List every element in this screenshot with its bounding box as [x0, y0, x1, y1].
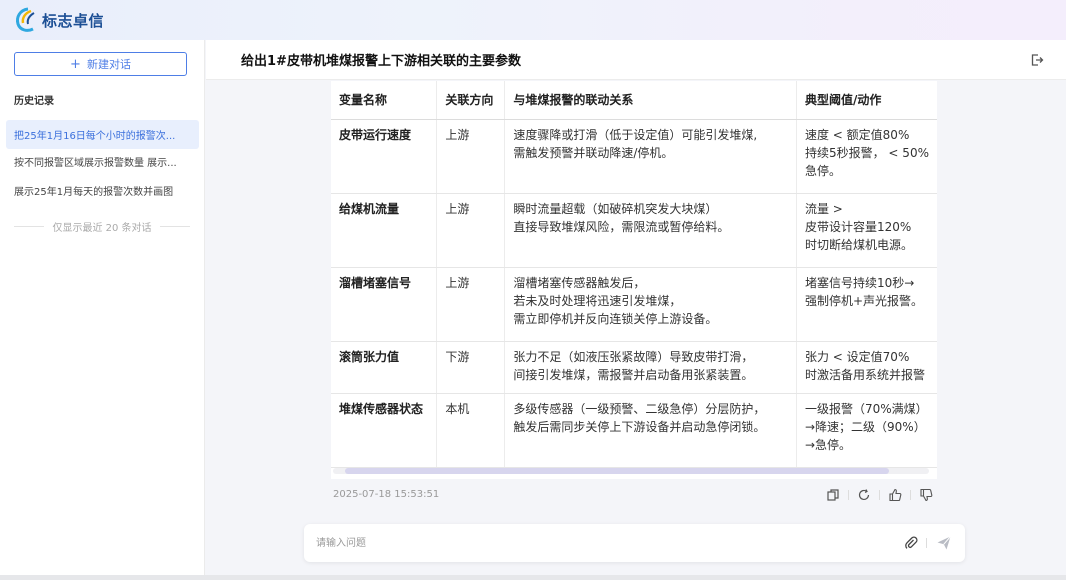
- cell-threshold: 堵塞信号持续10秒→ 强制停机+声光报警。: [795, 267, 937, 342]
- top-bar: 标志卓信: [0, 0, 1066, 40]
- new-chat-label: 新建对话: [86, 58, 131, 71]
- brand-logo: 标志卓信: [14, 7, 104, 33]
- sidebar: + 新建对话 历史记录 把25年1月16日每个小时的报警次... 按不同报警区域…: [0, 40, 205, 575]
- cell-direction: 上游: [436, 193, 505, 268]
- message-actions: [826, 487, 933, 503]
- history-item[interactable]: 按不同报警区域展示报警数量 展示...: [6, 147, 199, 176]
- column-header: 关联方向: [436, 81, 505, 120]
- relation-line: 若未及时处理将迅速引发堆煤，: [513, 293, 682, 308]
- message-timestamp: 2025-07-18 15:53:51: [333, 489, 440, 500]
- divider: [910, 490, 911, 500]
- relation-line: 速度骤降或打滑（低于设定值）可能引发堆煤,: [513, 127, 758, 142]
- parameter-table: 变量名称 关联方向 与堆煤报警的联动关系 典型阈值/动作 皮带运行速度 上游 速…: [331, 81, 937, 468]
- relation-line: 间接引发堆煤，需报警并启动备用张紧装置。: [513, 367, 754, 382]
- plus-icon: +: [70, 56, 81, 72]
- cell-variable: 给煤机流量: [331, 193, 437, 268]
- table-row: 溜槽堵塞信号 上游 溜槽堵塞传感器触发后， 若未及时处理将迅速引发堆煤， 需立即…: [331, 267, 937, 342]
- threshold-line: 速度 < 额定值80%: [804, 127, 910, 142]
- new-chat-button[interactable]: + 新建对话: [14, 52, 187, 76]
- threshold-line: 堵塞信号持续10秒→: [804, 275, 915, 290]
- logo-text: 标志卓信: [42, 11, 105, 30]
- cell-relation: 溜槽堵塞传感器触发后， 若未及时处理将迅速引发堆煤， 需立即停机并反向连锁关停上…: [504, 267, 797, 342]
- table-header-row: 变量名称 关联方向 与堆煤报警的联动关系 典型阈值/动作: [331, 81, 937, 120]
- cell-threshold: 速度 < 额定值80% 持续5秒报警， < 50% 急停。: [795, 119, 937, 194]
- logo-mark-icon: [16, 7, 35, 32]
- threshold-line: 急停。: [804, 163, 841, 178]
- cell-variable: 滚筒张力值: [331, 341, 437, 394]
- cell-threshold: 流量 > 皮带设计容量120% 时切断给煤机电源。: [795, 193, 937, 268]
- cell-relation: 多级传感器（一级预警、二级急停）分层防护， 触发后需同步关停上下游设备并启动急停…: [504, 393, 797, 468]
- window-bottom-edge: [0, 575, 1066, 580]
- relation-line: 需立即停机并反向连锁关停上游设备。: [513, 311, 718, 326]
- threshold-line: 流量 >: [804, 201, 843, 216]
- cell-relation: 张力不足（如液压张紧故障）导致皮带打滑， 间接引发堆煤，需报警并启动备用张紧装置…: [504, 341, 797, 394]
- conversation-header: 给出1#皮带机堆煤报警上下游相关联的主要参数: [206, 40, 1066, 80]
- cell-direction: 上游: [436, 267, 505, 342]
- divider: [926, 538, 927, 548]
- horizontal-scrollbar[interactable]: [333, 468, 929, 474]
- divider: [14, 226, 45, 227]
- cell-direction: 下游: [436, 341, 505, 394]
- relation-line: 触发后需同步关停上下游设备并启动急停闭锁。: [513, 419, 766, 434]
- answer-card: 变量名称 关联方向 与堆煤报警的联动关系 典型阈值/动作 皮带运行速度 上游 速…: [331, 81, 937, 479]
- table-row: 皮带运行速度 上游 速度骤降或打滑（低于设定值）可能引发堆煤, 需触发预警并联动…: [331, 119, 937, 194]
- cell-threshold: 张力 < 设定值70% 时激活备用系统并报警: [795, 341, 937, 394]
- question-composer: [304, 524, 965, 562]
- table-row: 堆煤传感器状态 本机 多级传感器（一级预警、二级急停）分层防护， 触发后需同步关…: [331, 393, 937, 468]
- question-input[interactable]: [316, 533, 876, 553]
- history-item-label: 展示25年1月每天的报警次数并画图: [14, 187, 174, 198]
- history-item[interactable]: 把25年1月16日每个小时的报警次...: [6, 120, 199, 149]
- threshold-line: 时激活备用系统并报警: [804, 367, 925, 382]
- relation-line: 溜槽堵塞传感器触发后，: [513, 275, 646, 290]
- conversation-title: 给出1#皮带机堆煤报警上下游相关联的主要参数: [241, 54, 521, 69]
- relation-line: 瞬时流量超载（如破碎机突发大块煤）: [513, 201, 718, 216]
- history-item-label: 按不同报警区域展示报警数量 展示...: [14, 158, 177, 169]
- logout-icon[interactable]: [1030, 53, 1044, 67]
- cell-variable: 堆煤传感器状态: [331, 393, 437, 468]
- cell-relation: 速度骤降或打滑（低于设定值）可能引发堆煤, 需触发预警并联动降速/停机。: [504, 119, 797, 194]
- refresh-icon[interactable]: [857, 488, 871, 502]
- relation-line: 需触发预警并联动降速/停机。: [513, 145, 674, 160]
- threshold-line: 皮带设计容量120%: [804, 219, 912, 234]
- divider: [159, 226, 190, 227]
- relation-line: 张力不足（如液压张紧故障）导致皮带打滑，: [513, 349, 754, 364]
- column-header: 与堆煤报警的联动关系: [504, 81, 797, 120]
- thumbs-up-icon[interactable]: [888, 488, 902, 502]
- cell-variable: 皮带运行速度: [331, 119, 437, 194]
- threshold-line: 一级报警（70%满煤）: [804, 401, 928, 416]
- history-item[interactable]: 展示25年1月每天的报警次数并画图: [6, 176, 199, 205]
- scrollbar-thumb[interactable]: [345, 468, 889, 474]
- column-header: 变量名称: [331, 81, 437, 120]
- send-icon[interactable]: [936, 535, 952, 551]
- divider: [879, 490, 880, 500]
- table-row: 滚筒张力值 下游 张力不足（如液压张紧故障）导致皮带打滑， 间接引发堆煤，需报警…: [331, 341, 937, 394]
- copy-icon[interactable]: [826, 488, 840, 502]
- threshold-line: 张力 < 设定值70%: [804, 349, 910, 364]
- threshold-line: →急停。: [804, 437, 852, 452]
- threshold-line: →降速；二级（90%）: [804, 419, 926, 434]
- paperclip-icon[interactable]: [904, 536, 918, 550]
- history-item-label: 把25年1月16日每个小时的报警次...: [14, 131, 176, 142]
- threshold-line: 时切断给煤机电源。: [804, 237, 913, 252]
- divider: [848, 490, 849, 500]
- history-limit-text: 仅显示最近 20 条对话: [52, 223, 152, 234]
- cell-threshold: 一级报警（70%满煤） →降速；二级（90%） →急停。: [795, 393, 937, 468]
- relation-line: 直接导致堆煤风险，需限流或暂停给料。: [513, 219, 730, 234]
- column-header: 典型阈值/动作: [795, 81, 937, 120]
- cell-relation: 瞬时流量超载（如破碎机突发大块煤） 直接导致堆煤风险，需限流或暂停给料。: [504, 193, 797, 268]
- cell-variable: 溜槽堵塞信号: [331, 267, 437, 342]
- history-limit-note: 仅显示最近 20 条对话: [14, 219, 190, 234]
- history-title: 历史记录: [14, 96, 54, 107]
- cell-direction: 本机: [436, 393, 505, 468]
- threshold-line: 强制停机+声光报警。: [804, 293, 924, 308]
- threshold-line: 持续5秒报警， < 50%: [804, 145, 929, 160]
- cell-direction: 上游: [436, 119, 505, 194]
- thumbs-down-icon[interactable]: [919, 488, 933, 502]
- relation-line: 多级传感器（一级预警、二级急停）分层防护，: [513, 401, 766, 416]
- table-row: 给煤机流量 上游 瞬时流量超载（如破碎机突发大块煤） 直接导致堆煤风险，需限流或…: [331, 193, 937, 268]
